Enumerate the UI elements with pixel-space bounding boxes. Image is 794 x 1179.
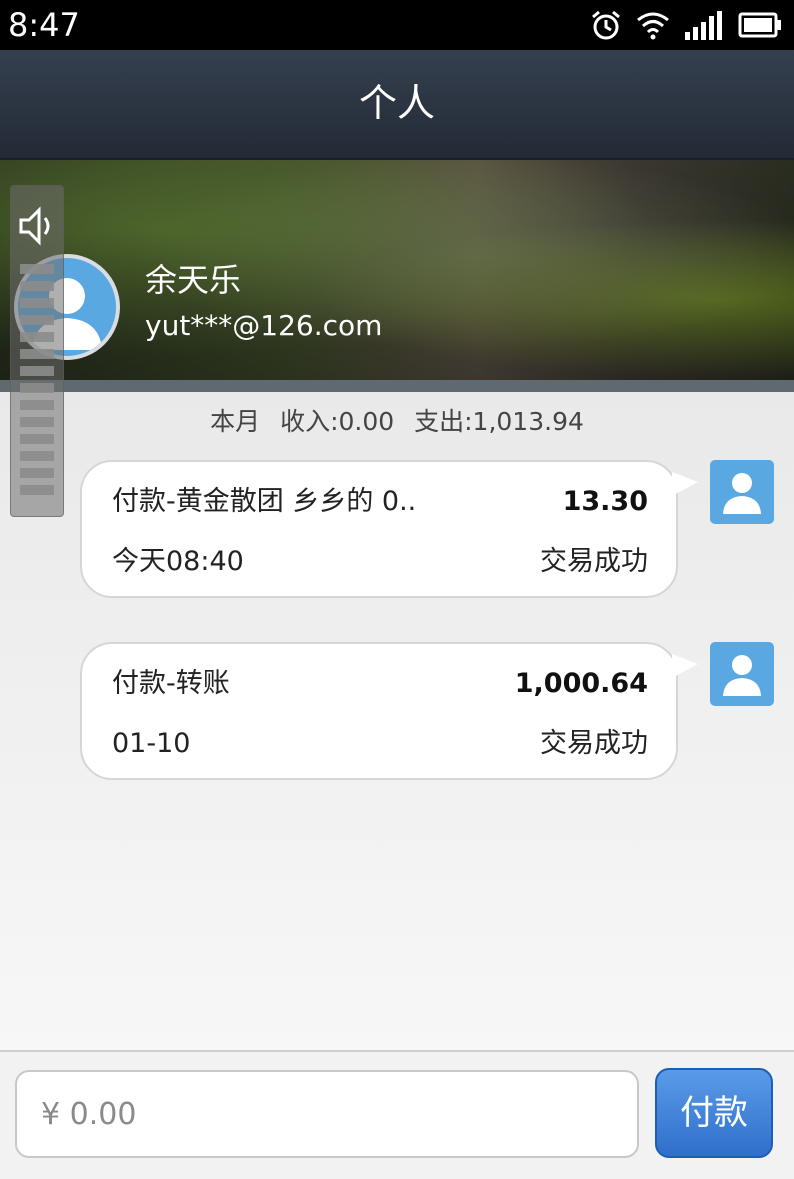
amount-input[interactable]: [15, 1070, 639, 1158]
banner-shade: [0, 160, 794, 392]
transaction-date: 01-10: [112, 728, 191, 759]
banner-bottom-strip: [0, 380, 794, 392]
user-avatar-icon: [723, 473, 761, 514]
transaction-amount: 13.30: [562, 486, 648, 517]
transaction-amount: 1,000.64: [514, 668, 648, 699]
transaction-avatar[interactable]: [710, 460, 774, 524]
month-summary: 本月 收入:0.00 支出:1,013.94: [0, 405, 794, 439]
transaction-description: 付款-转账: [112, 668, 230, 699]
transaction-item[interactable]: 付款-转账 1,000.64 01-10 交易成功: [80, 642, 698, 780]
summary-period: 本月: [210, 407, 261, 436]
transaction-status: 交易成功: [540, 546, 648, 577]
app-header: 个人: [0, 50, 794, 160]
volume-level-bars: [20, 264, 54, 502]
wifi-icon: [637, 12, 669, 40]
transaction-date: 今天08:40: [112, 546, 244, 577]
battery-icon: [738, 12, 781, 38]
bubble-tail: [672, 654, 698, 678]
payment-bar: 付款: [0, 1050, 794, 1179]
transaction-avatar[interactable]: [710, 642, 774, 706]
transaction-description: 付款-黄金散团 乡乡的 0..: [112, 486, 417, 517]
profile-name: 余天乐: [145, 261, 242, 299]
signal-icon: [685, 11, 722, 40]
alarm-icon: [592, 10, 620, 40]
transaction-status: 交易成功: [540, 728, 648, 759]
summary-income: 收入:0.00: [280, 407, 395, 436]
status-bar: 8:47: [0, 0, 794, 50]
speaker-icon: [19, 206, 50, 246]
profile-email: yut***@126.com: [145, 309, 383, 342]
user-avatar-icon: [723, 655, 761, 696]
profile-banner: 余天乐 yut***@126.com: [0, 160, 794, 392]
volume-overlay[interactable]: [10, 185, 64, 517]
status-icons: [590, 6, 782, 44]
pay-button[interactable]: 付款: [655, 1068, 773, 1158]
page-title: 个人: [358, 81, 435, 125]
bubble-tail: [672, 472, 698, 496]
status-time: 8:47: [8, 6, 80, 44]
summary-expense: 支出:1,013.94: [414, 407, 584, 436]
transaction-item[interactable]: 付款-黄金散团 乡乡的 0.. 13.30 今天08:40 交易成功: [80, 460, 698, 598]
